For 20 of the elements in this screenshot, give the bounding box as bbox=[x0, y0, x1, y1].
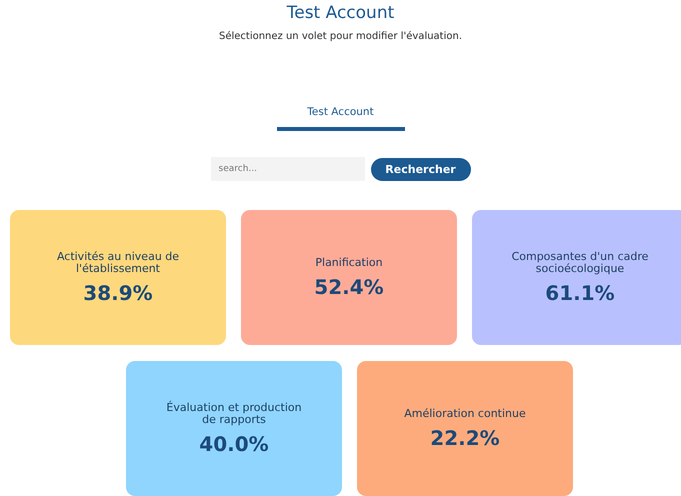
category-card[interactable]: Amélioration continue 22.2% bbox=[357, 361, 573, 496]
category-card[interactable]: Planification 52.4% bbox=[241, 210, 457, 345]
category-card[interactable]: Composantes d'un cadre socioécologique 61.1% bbox=[472, 210, 681, 345]
card-title: Composantes d'un cadre socioécologique bbox=[510, 250, 650, 274]
account-tab[interactable]: Test Account bbox=[276, 106, 404, 131]
card-score: 38.9% bbox=[83, 280, 153, 304]
card-title: Activités au niveau de l'établissement bbox=[56, 250, 180, 274]
card-score: 22.2% bbox=[430, 426, 500, 450]
card-score: 52.4% bbox=[314, 274, 384, 298]
account-title: Test Account bbox=[286, 2, 394, 24]
card-score: 40.0% bbox=[199, 432, 269, 456]
card-title: Amélioration continue bbox=[404, 408, 526, 420]
instruction-text: Sélectionnez un volet pour modifier l'évaluation. bbox=[218, 30, 462, 44]
card-title: Évaluation et production de rapports bbox=[165, 402, 303, 426]
search-field[interactable]: search... bbox=[210, 157, 364, 181]
category-card[interactable]: Évaluation et production de rapports 40.0% bbox=[126, 361, 342, 496]
category-card[interactable]: Activités au niveau de l'établissement 38.9% bbox=[10, 210, 226, 345]
card-score: 61.1% bbox=[545, 280, 615, 304]
card-title: Planification bbox=[315, 256, 383, 268]
search-button[interactable]: Rechercher bbox=[370, 158, 470, 180]
